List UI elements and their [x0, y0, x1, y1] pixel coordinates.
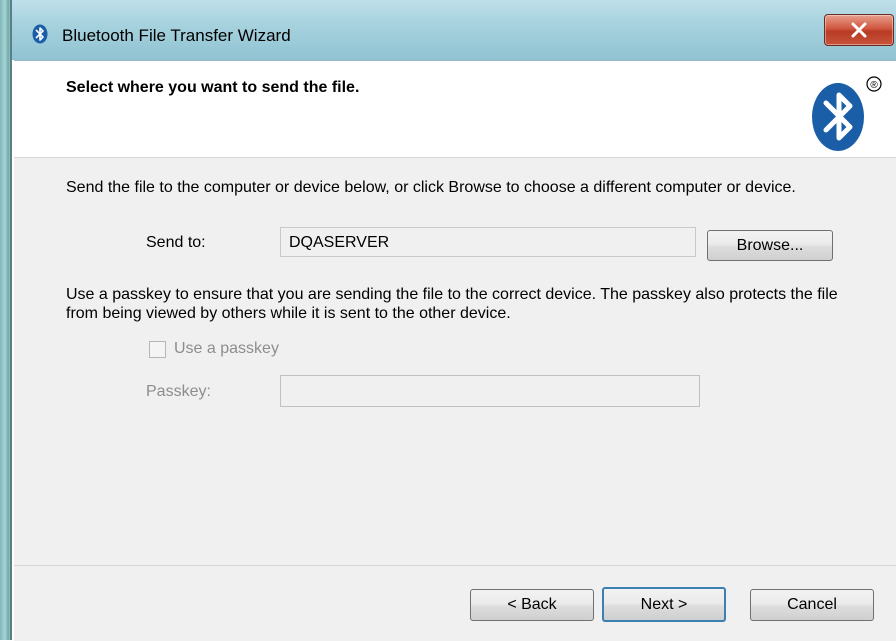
- back-button[interactable]: < Back: [470, 589, 594, 621]
- window-title: Bluetooth File Transfer Wizard: [62, 26, 291, 45]
- wizard-content: Select where you want to send the file. …: [14, 60, 896, 641]
- send-to-field: DQASERVER: [280, 227, 696, 257]
- page-title: Select where you want to send the file.: [66, 79, 360, 96]
- passkey-input[interactable]: [280, 375, 700, 407]
- registered-mark: ®: [870, 80, 878, 91]
- use-passkey-checkbox[interactable]: [149, 341, 166, 358]
- send-to-label: Send to:: [146, 234, 206, 251]
- next-button[interactable]: Next >: [602, 587, 726, 622]
- use-passkey-label: Use a passkey: [174, 340, 279, 357]
- cancel-button[interactable]: Cancel: [750, 589, 874, 621]
- footer-divider: [14, 565, 896, 566]
- close-button[interactable]: [824, 14, 894, 46]
- window-frame-left: [0, 0, 12, 640]
- passkey-label: Passkey:: [146, 383, 211, 400]
- browse-button[interactable]: Browse...: [707, 230, 833, 261]
- bluetooth-icon: [32, 24, 48, 44]
- title-bar[interactable]: Bluetooth File Transfer Wizard: [12, 0, 896, 60]
- wizard-header: Select where you want to send the file. …: [14, 61, 896, 158]
- bluetooth-logo: ®: [806, 73, 884, 153]
- send-description: Send the file to the computer or device …: [66, 179, 796, 196]
- passkey-description: Use a passkey to ensure that you are sen…: [66, 286, 838, 322]
- send-to-value: DQASERVER: [289, 234, 390, 251]
